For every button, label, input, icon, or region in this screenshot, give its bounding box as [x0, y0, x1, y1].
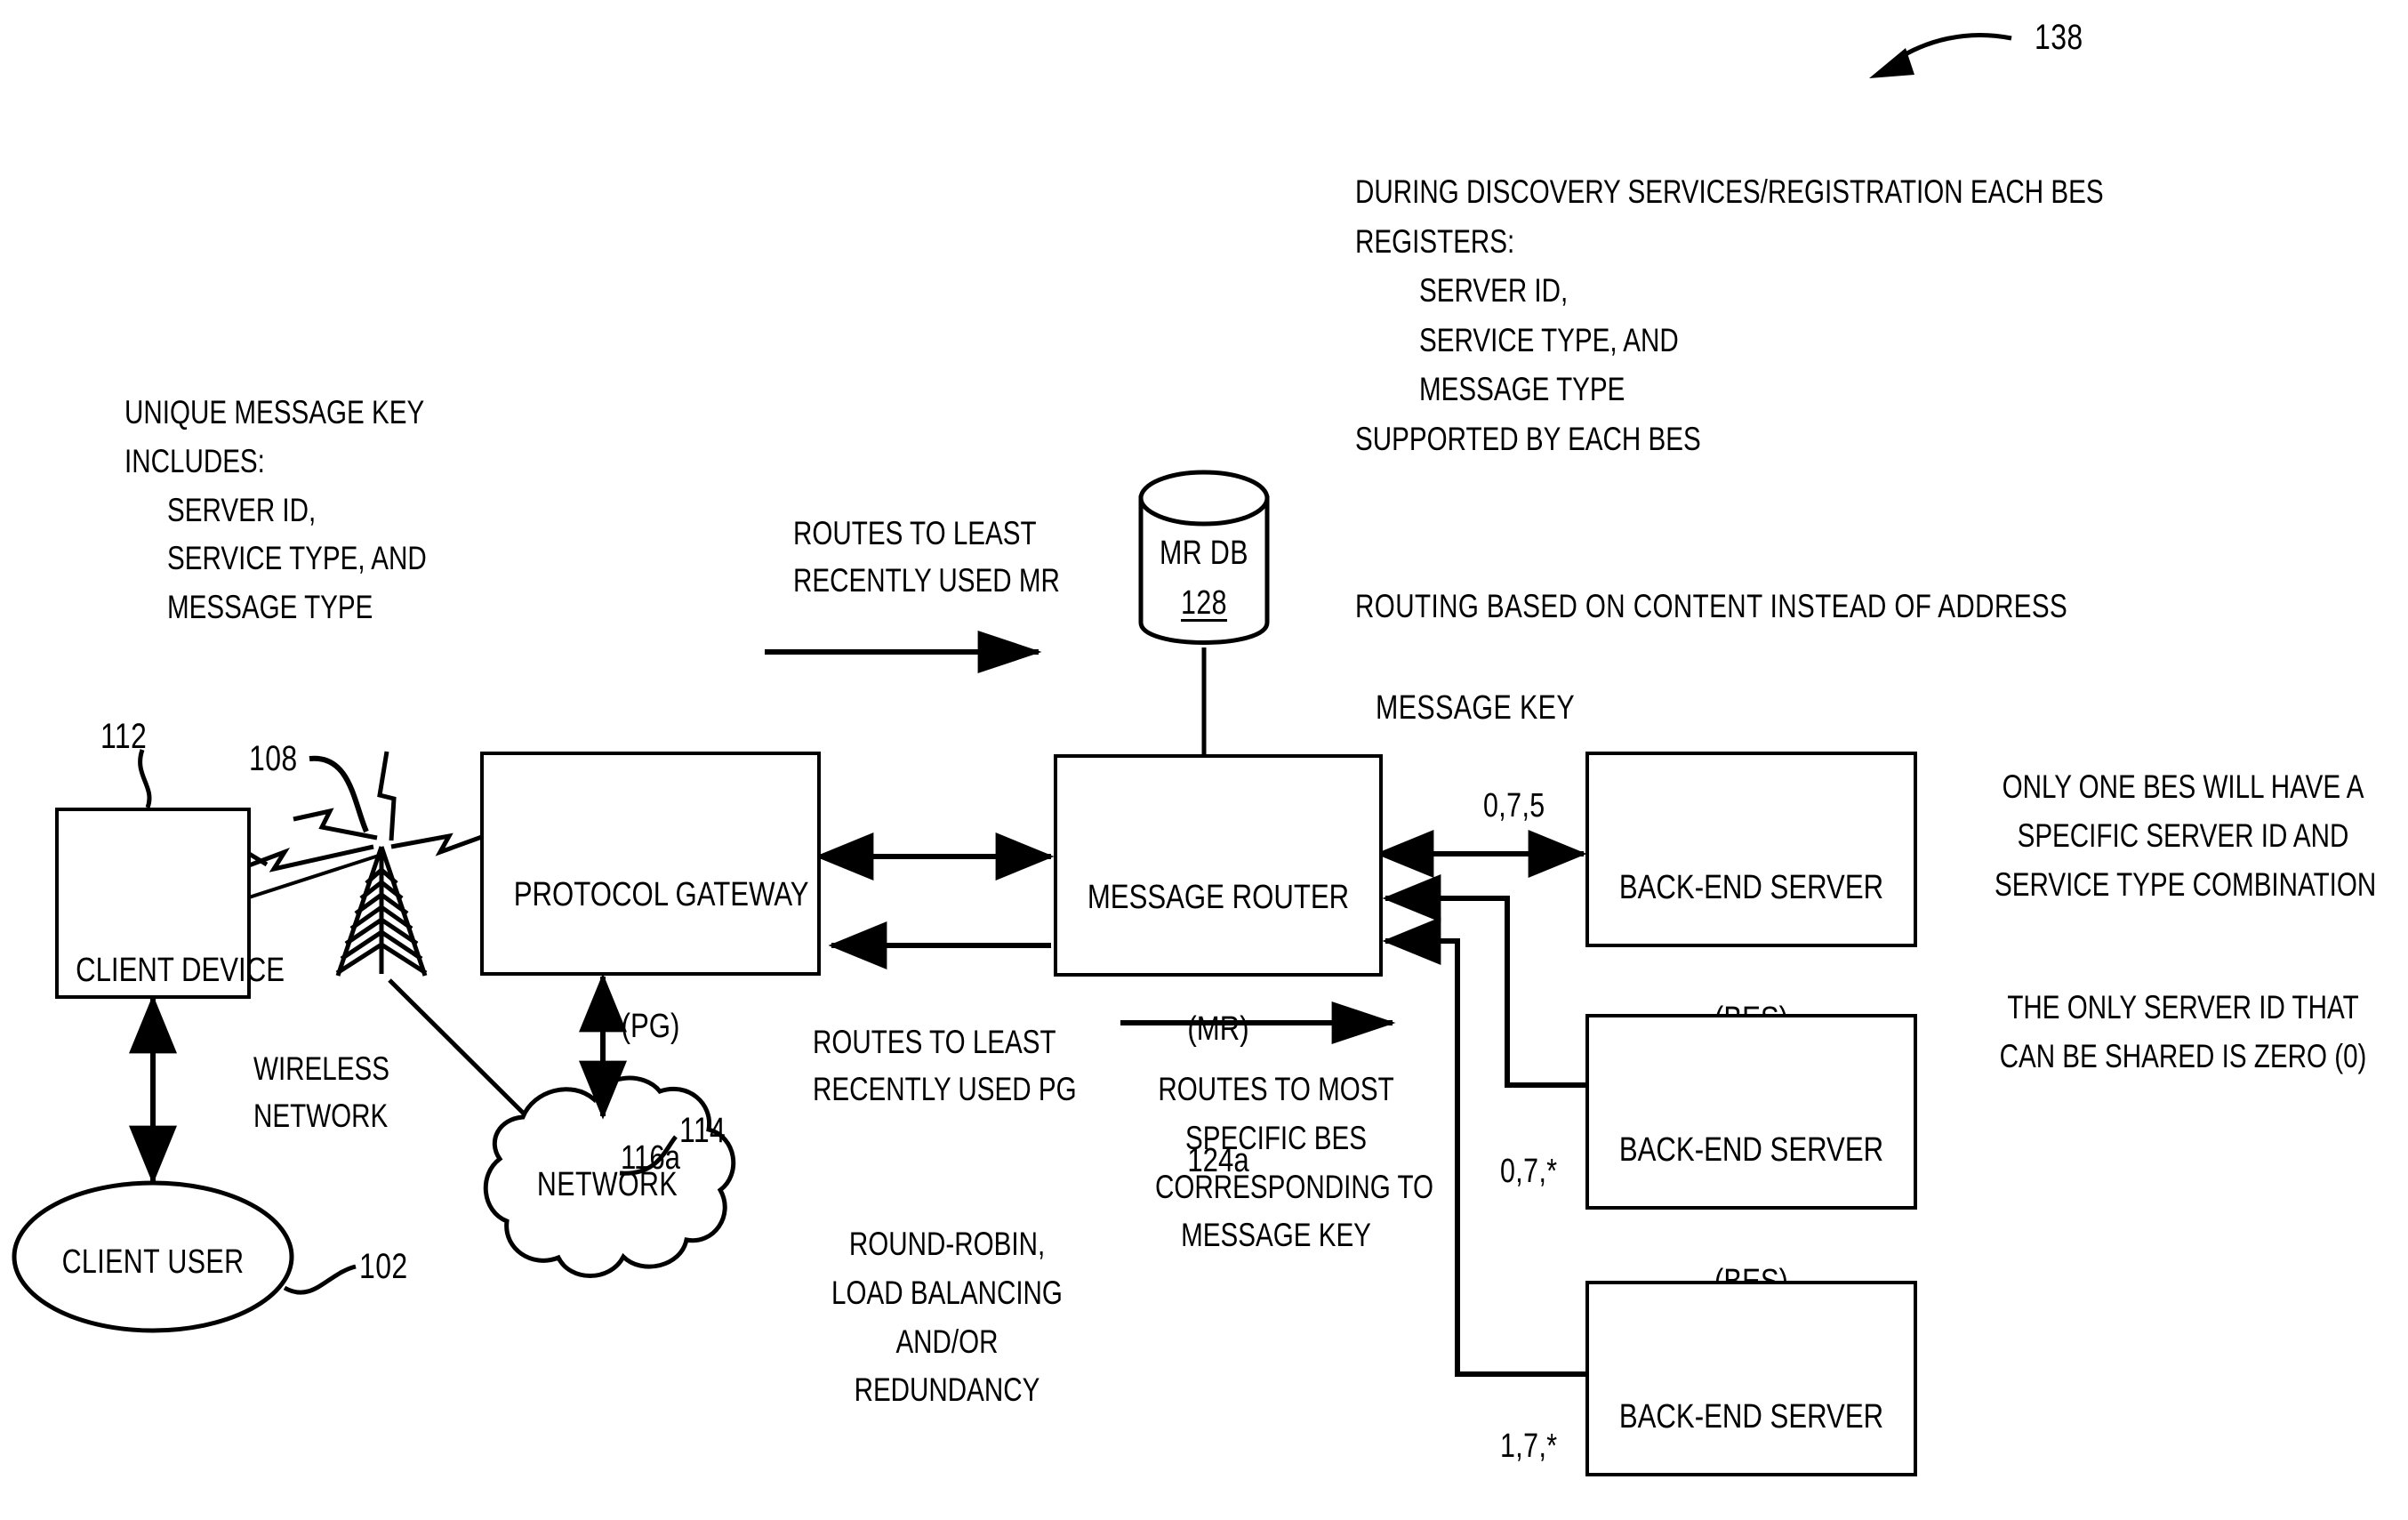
key-label-bes-b: 0,7,* [1500, 1153, 1558, 1190]
routes-most-specific-line-1: ROUTES TO MOST [1158, 1071, 1394, 1107]
routes-least-mr-line-1: ROUTES TO LEAST [793, 515, 1037, 551]
ref-102: 102 [359, 1247, 408, 1286]
node-message-router[interactable]: MESSAGE ROUTER (MR) 124a [1054, 754, 1383, 1179]
ref-108-leader [309, 755, 369, 833]
annotation-content-routing: ROUTING BASED ON CONTENT INSTEAD OF ADDR… [1355, 588, 2068, 624]
routes-least-pg-line-2: RECENTLY USED PG [813, 1070, 1077, 1107]
round-robin-line-3: AND/OR [895, 1323, 999, 1360]
one-bes-line-3: SERVICE TYPE COMBINATION [1995, 865, 2377, 903]
node-bes-122b[interactable]: BACK-END SERVER (BES) 122b [1585, 1014, 1917, 1432]
routes-most-specific-line-2: SPECIFIC BES [1185, 1119, 1367, 1156]
mr-title: MESSAGE ROUTER [1087, 878, 1350, 916]
node-protocol-gateway[interactable]: PROTOCOL GATEWAY (PG) 116a [480, 752, 821, 1177]
unique-key-line-2: INCLUDES: [124, 442, 265, 479]
pg-title: PROTOCOL GATEWAY [513, 875, 809, 913]
client-device-label: CLIENT DEVICE [76, 951, 285, 989]
ref-102-leader [283, 1264, 357, 1295]
unique-key-item-3: MESSAGE TYPE [167, 589, 373, 625]
pg-abbrev: (PG) [621, 1007, 680, 1045]
wireless-network-label: WIRELESS NETWORK [253, 1046, 423, 1139]
mr-db-ref: 128 [1181, 584, 1227, 622]
node-client-device[interactable]: CLIENT DEVICE [55, 808, 285, 999]
caption-routes-least-pg: ROUTES TO LEAST RECENTLY USED PG [783, 1019, 1085, 1113]
one-bes-line-1: ONLY ONE BES WILL HAVE A [2002, 768, 2364, 805]
routes-least-pg-line-1: ROUTES TO LEAST [813, 1024, 1056, 1060]
round-robin-line-4: REDUNDANCY [854, 1371, 1040, 1409]
routes-most-specific-line-3: CORRESPONDING TO [1155, 1168, 1434, 1205]
shared-zero-line-1: THE ONLY SERVER ID THAT [2007, 989, 2359, 1025]
unique-key-item-1: SERVER ID, [167, 491, 317, 528]
caption-routes-least-mr: ROUTES TO LEAST RECENTLY USED MR [765, 511, 1060, 604]
mr-bes-b-link [1382, 874, 1643, 1109]
ref-114: 114 [679, 1111, 726, 1150]
registration-tail: SUPPORTED BY EACH BES [1355, 420, 1701, 457]
shared-zero-line-2: CAN BE SHARED IS ZERO (0) [1999, 1037, 2367, 1074]
annotation-shared-zero: THE ONLY SERVER ID THAT CAN BE SHARED IS… [1947, 984, 2408, 1082]
caption-routes-most-specific: ROUTES TO MOST SPECIFIC BES CORRESPONDIN… [1125, 1066, 1434, 1260]
one-bes-line-2: SPECIFIC SERVER ID AND [2017, 816, 2349, 854]
registration-line-2: REGISTERS: [1355, 222, 1515, 260]
round-robin-line-1: ROUND-ROBIN, [848, 1226, 1046, 1262]
message-key-heading: MESSAGE KEY [1376, 689, 1576, 727]
mr-db-label: MR DB [1160, 535, 1248, 572]
registration-item-2: SERVICE TYPE, AND [1419, 321, 1679, 358]
annotation-registration: DURING DISCOVERY SERVICES/REGISTRATION E… [1355, 167, 2291, 463]
key-label-bes-c: 1,7,* [1500, 1428, 1558, 1465]
figure-number-leader [1869, 32, 2012, 78]
node-bes-122a[interactable]: BACK-END SERVER (BES) 122a [1585, 752, 1917, 1170]
ref-108: 108 [249, 739, 298, 778]
ref-112: 112 [100, 717, 148, 756]
round-robin-line-2: LOAD BALANCING [831, 1274, 1063, 1311]
registration-item-3: MESSAGE TYPE [1419, 371, 1625, 407]
network-cloud-label: NETWORK [536, 1166, 678, 1203]
wireless-network-line-1: WIRELESS [253, 1050, 389, 1087]
client-user-label: CLIENT USER [61, 1243, 245, 1281]
routes-least-mr-line-2: RECENTLY USED MR [793, 561, 1060, 599]
key-label-bes-a: 0,7,5 [1483, 787, 1545, 824]
node-bes-122c[interactable]: BACK-END SERVER (BES) 122c [1585, 1281, 1917, 1476]
registration-item-1: SERVER ID, [1419, 272, 1569, 309]
registration-line-1: DURING DISCOVERY SERVICES/REGISTRATION E… [1355, 173, 2104, 210]
caption-round-robin: ROUND-ROBIN, LOAD BALANCING AND/OR REDUN… [800, 1220, 1094, 1415]
mr-abbrev: (MR) [1187, 1009, 1249, 1048]
unique-key-item-2: SERVICE TYPE, AND [167, 540, 427, 577]
figure-number: 138 [2035, 18, 2083, 57]
routes-most-specific-line-4: MESSAGE KEY [1181, 1217, 1371, 1254]
bes-b-title: BACK-END SERVER [1618, 1130, 1884, 1169]
unique-key-line-1: UNIQUE MESSAGE KEY [124, 394, 425, 430]
bes-a-title: BACK-END SERVER [1618, 868, 1884, 906]
patent-figure-canvas: CLIENT DEVICE PROTOCOL GATEWAY (PG) 116a… [0, 0, 2408, 1520]
annotation-one-bes: ONLY ONE BES WILL HAVE A SPECIFIC SERVER… [1947, 763, 2408, 909]
wireless-network-line-2: NETWORK [253, 1097, 389, 1134]
bes-c-title: BACK-END SERVER [1618, 1397, 1884, 1436]
annotation-unique-message-key: UNIQUE MESSAGE KEY INCLUDES: SERVER ID, … [124, 389, 502, 632]
